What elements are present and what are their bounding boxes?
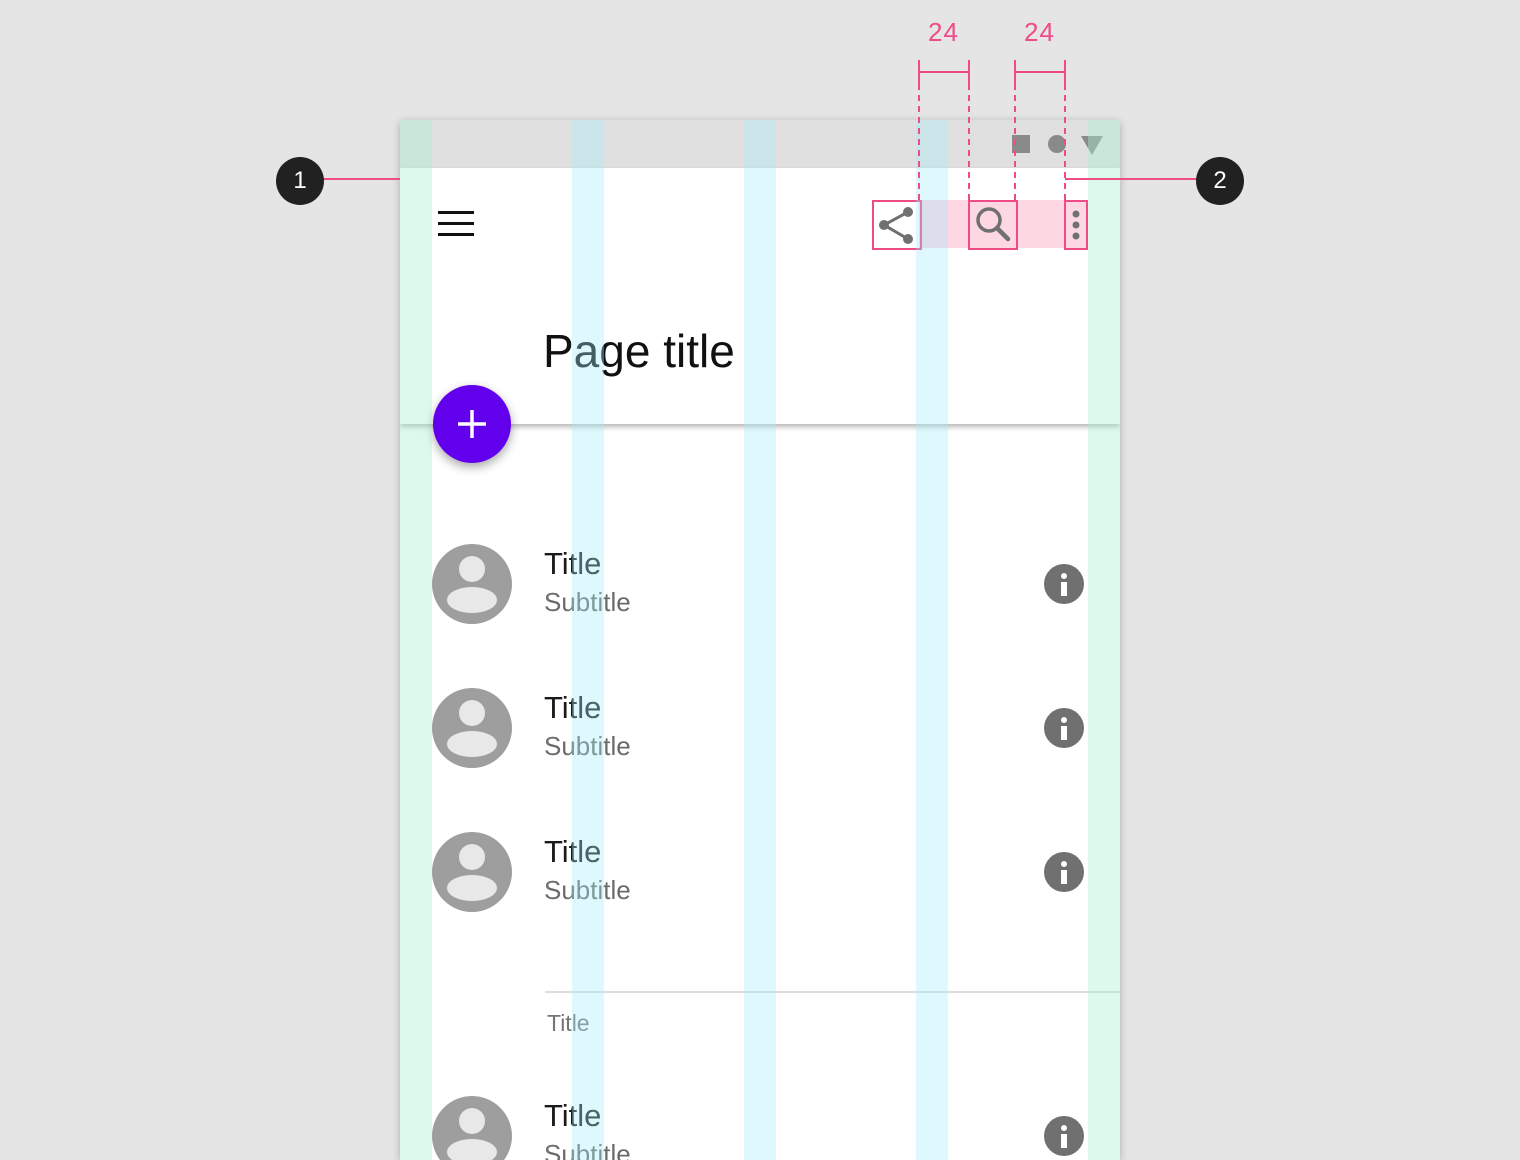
avatar xyxy=(432,544,512,624)
share-icon xyxy=(879,207,913,244)
triangle-icon xyxy=(1081,136,1103,155)
list-item-subtitle: Subtitle xyxy=(544,587,631,617)
circle-icon xyxy=(1048,135,1066,153)
square-icon xyxy=(1012,135,1030,153)
page-title: Page title xyxy=(543,325,735,377)
search-icon xyxy=(976,207,1011,242)
avatar xyxy=(432,832,512,912)
list-subheader: Title xyxy=(547,1010,590,1036)
info-icon[interactable] xyxy=(1044,708,1084,748)
more-options-button[interactable] xyxy=(1064,200,1088,250)
list-item[interactable]: Title Subtitle xyxy=(400,676,1120,780)
spacing-label-1: 24 xyxy=(928,17,959,47)
add-fab-button[interactable] xyxy=(433,385,511,463)
list-item[interactable]: Title Subtitle xyxy=(400,1084,1120,1160)
list-item-title: Title xyxy=(544,834,602,869)
list-divider xyxy=(545,991,1120,993)
callout-2: 2 xyxy=(1196,157,1244,205)
list-item-subtitle: Subtitle xyxy=(544,1139,631,1160)
list-item-subtitle: Subtitle xyxy=(544,731,631,761)
avatar xyxy=(432,1096,512,1160)
plus-icon xyxy=(458,410,486,438)
more-vert-icon xyxy=(1072,210,1080,240)
list-item[interactable]: Title Subtitle xyxy=(400,532,1120,636)
callout-1: 1 xyxy=(276,157,324,205)
list-item-title: Title xyxy=(544,546,602,581)
avatar xyxy=(432,688,512,768)
menu-icon[interactable] xyxy=(438,211,474,237)
share-button[interactable] xyxy=(872,200,922,250)
list-item-subtitle: Subtitle xyxy=(544,875,631,905)
phone-screen: Page title Title Subtitle Title Subtitle… xyxy=(400,120,1120,1160)
spacing-label-2: 24 xyxy=(1024,17,1055,47)
search-button[interactable] xyxy=(968,200,1018,250)
list-item[interactable]: Title Subtitle xyxy=(400,820,1120,924)
list-item-title: Title xyxy=(544,690,602,725)
info-icon[interactable] xyxy=(1044,852,1084,892)
info-icon[interactable] xyxy=(1044,564,1084,604)
status-bar xyxy=(400,120,1120,168)
info-icon[interactable] xyxy=(1044,1116,1084,1156)
list-item-title: Title xyxy=(544,1098,602,1133)
